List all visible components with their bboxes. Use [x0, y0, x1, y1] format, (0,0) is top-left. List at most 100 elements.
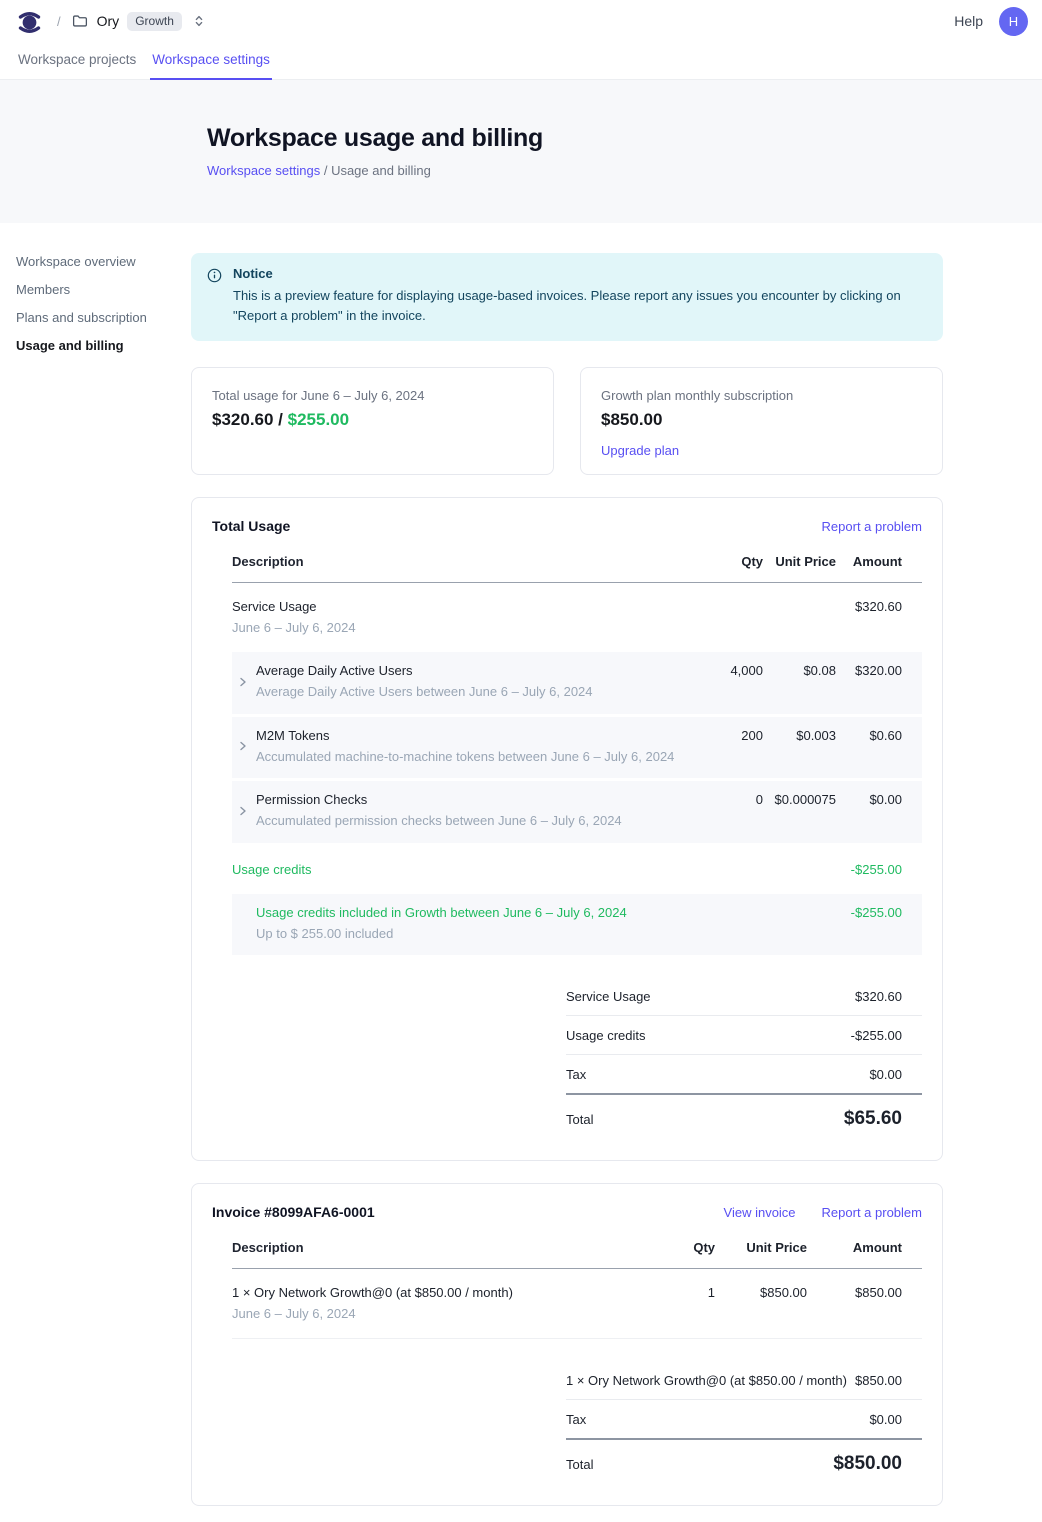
chevron-right-icon[interactable]: [232, 740, 256, 752]
folder-icon: [71, 12, 89, 30]
summary-row: Usage credits -$255.00: [566, 1016, 922, 1055]
summary-total-row: Total $850.00: [566, 1440, 922, 1481]
row-amount: $320.00: [836, 663, 902, 679]
sidebar-item-workspace-overview[interactable]: Workspace overview: [16, 247, 191, 275]
summary-row: Tax $0.00: [566, 1400, 922, 1440]
summary-value: $320.60: [855, 989, 902, 1004]
table-row: M2M Tokens Accumulated machine-to-machin…: [232, 717, 922, 779]
tab-workspace-settings[interactable]: Workspace settings: [150, 42, 272, 80]
row-unit-price: $0.08: [763, 663, 836, 679]
row-title: Average Daily Active Users: [256, 663, 703, 679]
col-qty: Qty: [703, 554, 763, 570]
usage-table-header: Description Qty Unit Price Amount: [232, 554, 922, 582]
table-row: Usage credits included in Growth between…: [232, 894, 922, 956]
usage-amount: $320.60: [212, 410, 273, 429]
row-subtitle: Accumulated permission checks between Ju…: [256, 813, 703, 829]
breadcrumb: Workspace settings / Usage and billing: [207, 163, 1042, 178]
col-description: Description: [232, 1240, 655, 1256]
invoice-title: Invoice #8099AFA6-0001: [212, 1204, 375, 1220]
summary-label: Service Usage: [566, 989, 651, 1004]
info-icon: [207, 268, 222, 326]
sidebar-item-members[interactable]: Members: [16, 275, 191, 303]
table-row: Usage credits -$255.00: [232, 846, 922, 894]
total-label: Total: [566, 1112, 593, 1127]
summary-label: 1 × Ory Network Growth@0 (at $850.00 / m…: [566, 1373, 847, 1388]
view-invoice-link[interactable]: View invoice: [724, 1205, 796, 1220]
notice-body: This is a preview feature for displaying…: [233, 286, 921, 326]
breadcrumb-divider: /: [324, 163, 331, 178]
col-unit-price: Unit Price: [763, 554, 836, 570]
row-qty: 0: [703, 792, 763, 808]
row-qty: 1: [655, 1285, 715, 1301]
subscription-label: Growth plan monthly subscription: [601, 388, 922, 403]
summary-row: Service Usage $320.60: [566, 977, 922, 1016]
total-value: $850.00: [833, 1453, 902, 1475]
subscription-card: Growth plan monthly subscription $850.00…: [580, 367, 943, 475]
subscription-amount: $850.00: [601, 410, 922, 430]
sidebar-item-plans-and-subscription[interactable]: Plans and subscription: [16, 303, 191, 331]
summary-row: 1 × Ory Network Growth@0 (at $850.00 / m…: [566, 1361, 922, 1400]
summary-total-row: Total $65.60: [566, 1095, 922, 1136]
breadcrumb-link-settings[interactable]: Workspace settings: [207, 163, 320, 178]
row-title: Usage credits: [232, 862, 703, 878]
chevron-right-icon[interactable]: [232, 805, 256, 817]
sidebar-item-usage-and-billing[interactable]: Usage and billing: [16, 331, 191, 359]
col-qty: Qty: [655, 1240, 715, 1256]
invoice-table: Description Qty Unit Price Amount 1 × Or…: [232, 1240, 922, 1339]
row-title: 1 × Ory Network Growth@0 (at $850.00 / m…: [232, 1285, 655, 1301]
row-title: Usage credits included in Growth between…: [256, 905, 703, 921]
topbar: / Ory Growth Help H: [0, 0, 1042, 42]
row-subtitle: Accumulated machine-to-machine tokens be…: [256, 749, 703, 765]
report-problem-link[interactable]: Report a problem: [822, 1205, 922, 1220]
summary-value: $0.00: [869, 1412, 902, 1427]
table-row: Permission Checks Accumulated permission…: [232, 781, 922, 843]
preview-notice: Notice This is a preview feature for dis…: [191, 253, 943, 341]
row-amount: $0.60: [836, 728, 902, 744]
usage-summary: Service Usage $320.60 Usage credits -$25…: [566, 977, 922, 1136]
chevron-updown-icon[interactable]: [192, 14, 206, 28]
invoice-summary: 1 × Ory Network Growth@0 (at $850.00 / m…: [566, 1361, 922, 1481]
summary-label: Usage credits: [566, 1028, 645, 1043]
row-unit-price: $0.000075: [763, 792, 836, 808]
summary-value: $850.00: [855, 1373, 902, 1388]
summary-value: $0.00: [869, 1067, 902, 1082]
row-title: Service Usage: [232, 599, 703, 615]
plan-badge: Growth: [127, 12, 182, 31]
avatar[interactable]: H: [999, 7, 1028, 36]
workspace-name: Ory: [97, 13, 120, 29]
col-amount: Amount: [807, 1240, 902, 1256]
row-subtitle: Average Daily Active Users between June …: [256, 684, 703, 700]
summary-label: Tax: [566, 1412, 586, 1427]
row-amount: -$255.00: [836, 862, 902, 878]
table-row: Service Usage June 6 – July 6, 2024 $320…: [232, 583, 922, 653]
upgrade-plan-link[interactable]: Upgrade plan: [601, 443, 679, 458]
settings-sidebar: Workspace overview Members Plans and sub…: [0, 223, 191, 359]
col-description: Description: [232, 554, 703, 570]
col-amount: Amount: [836, 554, 902, 570]
total-value: $65.60: [844, 1108, 902, 1130]
summary-label: Tax: [566, 1067, 586, 1082]
table-row: 1 × Ory Network Growth@0 (at $850.00 / m…: [232, 1269, 922, 1340]
notice-title: Notice: [233, 266, 921, 281]
chevron-right-icon[interactable]: [232, 676, 256, 688]
usage-credit-limit: $255.00: [288, 410, 349, 429]
summary-row: Tax $0.00: [566, 1055, 922, 1095]
usage-table: Description Qty Unit Price Amount Servic…: [232, 554, 922, 955]
row-amount: $320.60: [836, 599, 902, 615]
workspace-switcher[interactable]: Ory Growth: [71, 12, 206, 31]
invoice-panel: Invoice #8099AFA6-0001 View invoice Repo…: [191, 1183, 943, 1506]
help-link[interactable]: Help: [954, 13, 983, 29]
total-usage-label: Total usage for June 6 – July 6, 2024: [212, 388, 533, 403]
tab-workspace-projects[interactable]: Workspace projects: [16, 42, 138, 80]
total-label: Total: [566, 1457, 593, 1472]
row-title: Permission Checks: [256, 792, 703, 808]
row-subtitle: June 6 – July 6, 2024: [232, 620, 703, 636]
page-title: Workspace usage and billing: [207, 124, 1042, 153]
panel-title: Total Usage: [212, 518, 290, 534]
breadcrumb-current: Usage and billing: [331, 163, 431, 178]
table-row: Average Daily Active Users Average Daily…: [232, 652, 922, 714]
report-problem-link[interactable]: Report a problem: [822, 519, 922, 534]
ory-logo-icon[interactable]: [16, 8, 43, 35]
workspace-tabs: Workspace projects Workspace settings: [0, 42, 1042, 80]
row-subtitle: June 6 – July 6, 2024: [232, 1306, 655, 1322]
